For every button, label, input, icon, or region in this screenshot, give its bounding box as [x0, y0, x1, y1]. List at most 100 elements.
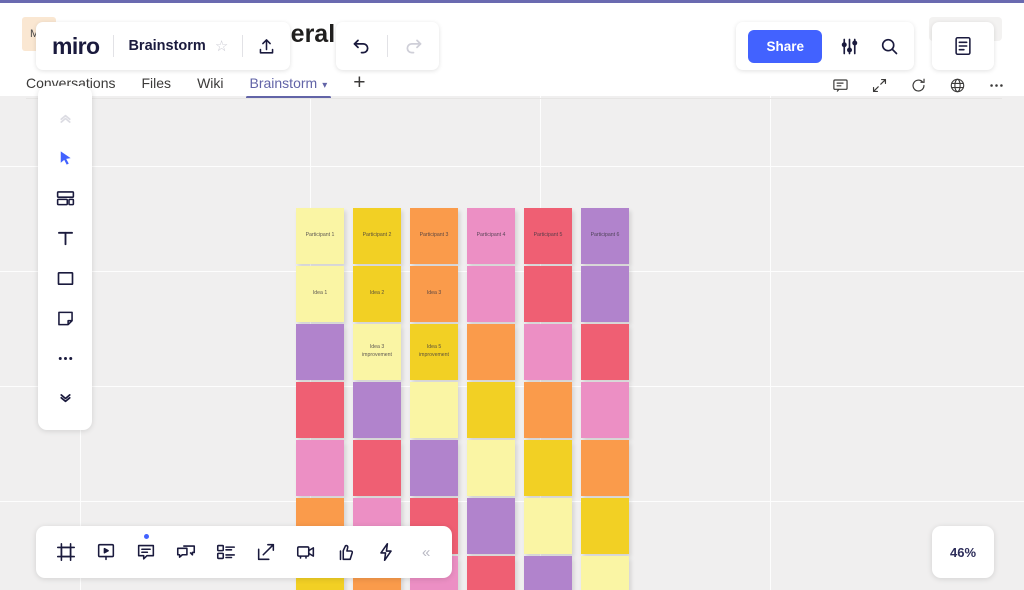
sticky-note-text: Idea 2 — [367, 290, 387, 298]
sticky-note[interactable] — [581, 440, 629, 496]
tab-bar-divider — [26, 98, 1002, 99]
undo-button[interactable] — [336, 36, 387, 57]
sticky-note-tool[interactable] — [38, 298, 92, 338]
board-title[interactable]: Brainstorm — [114, 38, 214, 54]
sticky-note[interactable] — [353, 440, 401, 496]
sticky-note-text: Participant 3 — [417, 232, 452, 240]
sticky-note-text: Idea 5 improvement — [410, 344, 458, 360]
sticky-note[interactable] — [524, 440, 572, 496]
video-call-icon[interactable] — [286, 532, 326, 572]
add-tab-button[interactable]: + — [353, 72, 365, 99]
notes-panel-icon[interactable] — [932, 22, 994, 70]
chat-icon[interactable] — [830, 75, 850, 95]
presentation-icon[interactable] — [86, 532, 126, 572]
sticky-note[interactable]: Participant 1 — [296, 208, 344, 264]
globe-icon[interactable] — [947, 75, 967, 95]
tab-files[interactable]: Files — [142, 75, 172, 99]
expand-icon[interactable] — [869, 75, 889, 95]
sticky-note[interactable] — [467, 266, 515, 322]
share-button[interactable]: Share — [748, 30, 822, 63]
cursor-select-tool[interactable] — [38, 138, 92, 178]
sticky-note[interactable] — [467, 498, 515, 554]
more-tools-icon[interactable] — [38, 338, 92, 378]
chevron-down-icon[interactable]: ▾ — [322, 80, 327, 91]
sticky-note[interactable] — [467, 382, 515, 438]
sticky-note[interactable]: Participant 2 — [353, 208, 401, 264]
sticky-note[interactable]: Participant 6 — [581, 208, 629, 264]
sticky-note[interactable] — [410, 382, 458, 438]
redo-button[interactable] — [388, 36, 439, 57]
sticky-note[interactable] — [524, 324, 572, 380]
text-tool[interactable] — [38, 218, 92, 258]
tab-label: Brainstorm — [250, 75, 318, 91]
sticky-note[interactable]: Idea 3 improvement — [353, 324, 401, 380]
collapse-toolbar-button[interactable]: « — [406, 544, 442, 561]
sticky-note[interactable] — [524, 498, 572, 554]
sliders-icon[interactable] — [836, 33, 862, 59]
sticky-note-text: Participant 5 — [531, 232, 566, 240]
refresh-icon[interactable] — [908, 75, 928, 95]
sticky-note[interactable] — [524, 556, 572, 590]
shape-tool[interactable] — [38, 258, 92, 298]
chevron-up-icon[interactable] — [38, 98, 92, 138]
grid-line-vertical — [770, 96, 771, 590]
sticky-note-text: Participant 2 — [360, 232, 395, 240]
sticky-note-text: Idea 3 improvement — [353, 344, 401, 360]
comments-icon[interactable] — [126, 532, 166, 572]
grid-line-horizontal — [0, 166, 1024, 167]
sticky-note[interactable]: Participant 4 — [467, 208, 515, 264]
sticky-note-text: Participant 6 — [588, 232, 623, 240]
miro-canvas[interactable]: Participant 1 Participant 2 Participant 3 P… — [0, 96, 1024, 590]
chat-bubbles-icon[interactable] — [166, 532, 206, 572]
sticky-note[interactable] — [353, 382, 401, 438]
sticky-note[interactable]: Idea 3 — [410, 266, 458, 322]
frames-icon[interactable] — [46, 532, 86, 572]
sticky-note[interactable] — [410, 440, 458, 496]
sticky-note[interactable] — [467, 324, 515, 380]
sticky-note[interactable]: Idea 2 — [353, 266, 401, 322]
reactions-thumbsup-icon[interactable] — [326, 532, 366, 572]
chevron-down-icon[interactable] — [38, 378, 92, 418]
sticky-note-text: Idea 1 — [310, 290, 330, 298]
apps-lightning-icon[interactable] — [366, 532, 406, 572]
sticky-note-text: Idea 3 — [424, 290, 444, 298]
sticky-note[interactable]: Participant 3 — [410, 208, 458, 264]
sticky-note-text: Participant 4 — [474, 232, 509, 240]
sticky-note-text: Participant 1 — [303, 232, 338, 240]
sticky-note[interactable] — [296, 382, 344, 438]
miro-board-toolbar: miro Brainstorm ☆ — [36, 22, 290, 70]
sticky-note[interactable] — [581, 498, 629, 554]
tab-bar: Conversations Files Wiki Brainstorm▾ + — [0, 65, 1024, 99]
tab-label: Wiki — [197, 75, 223, 91]
tab-brainstorm[interactable]: Brainstorm ▾ — [250, 75, 328, 99]
miro-tools-toolbar — [38, 86, 92, 430]
export-icon[interactable] — [246, 532, 286, 572]
comments-badge — [144, 534, 149, 539]
sticky-note[interactable] — [581, 556, 629, 590]
sticky-note[interactable] — [524, 266, 572, 322]
sticky-note[interactable]: Participant 5 — [524, 208, 572, 264]
miro-logo[interactable]: miro — [36, 33, 113, 60]
miro-bottom-toolbar: « — [36, 526, 452, 578]
sticky-note[interactable] — [467, 440, 515, 496]
search-icon[interactable] — [876, 33, 902, 59]
sticky-note[interactable] — [581, 382, 629, 438]
zoom-level-indicator[interactable]: 46% — [932, 526, 994, 578]
sticky-note[interactable] — [296, 324, 344, 380]
cards-list-icon[interactable] — [206, 532, 246, 572]
undo-redo-toolbar — [336, 22, 439, 70]
sticky-note[interactable] — [581, 324, 629, 380]
sticky-note[interactable]: Idea 5 improvement — [410, 324, 458, 380]
tab-wiki[interactable]: Wiki — [197, 75, 223, 99]
upload-icon[interactable] — [243, 37, 290, 56]
tab-label: Files — [142, 75, 172, 91]
more-horizontal-icon[interactable] — [986, 75, 1006, 95]
miro-right-toolbar: Share — [736, 22, 914, 70]
templates-tool[interactable] — [38, 178, 92, 218]
sticky-note[interactable] — [524, 382, 572, 438]
sticky-note[interactable] — [467, 556, 515, 590]
sticky-note[interactable] — [581, 266, 629, 322]
sticky-note[interactable]: Idea 1 — [296, 266, 344, 322]
sticky-note[interactable] — [296, 440, 344, 496]
favorite-star-icon[interactable]: ☆ — [215, 37, 242, 55]
